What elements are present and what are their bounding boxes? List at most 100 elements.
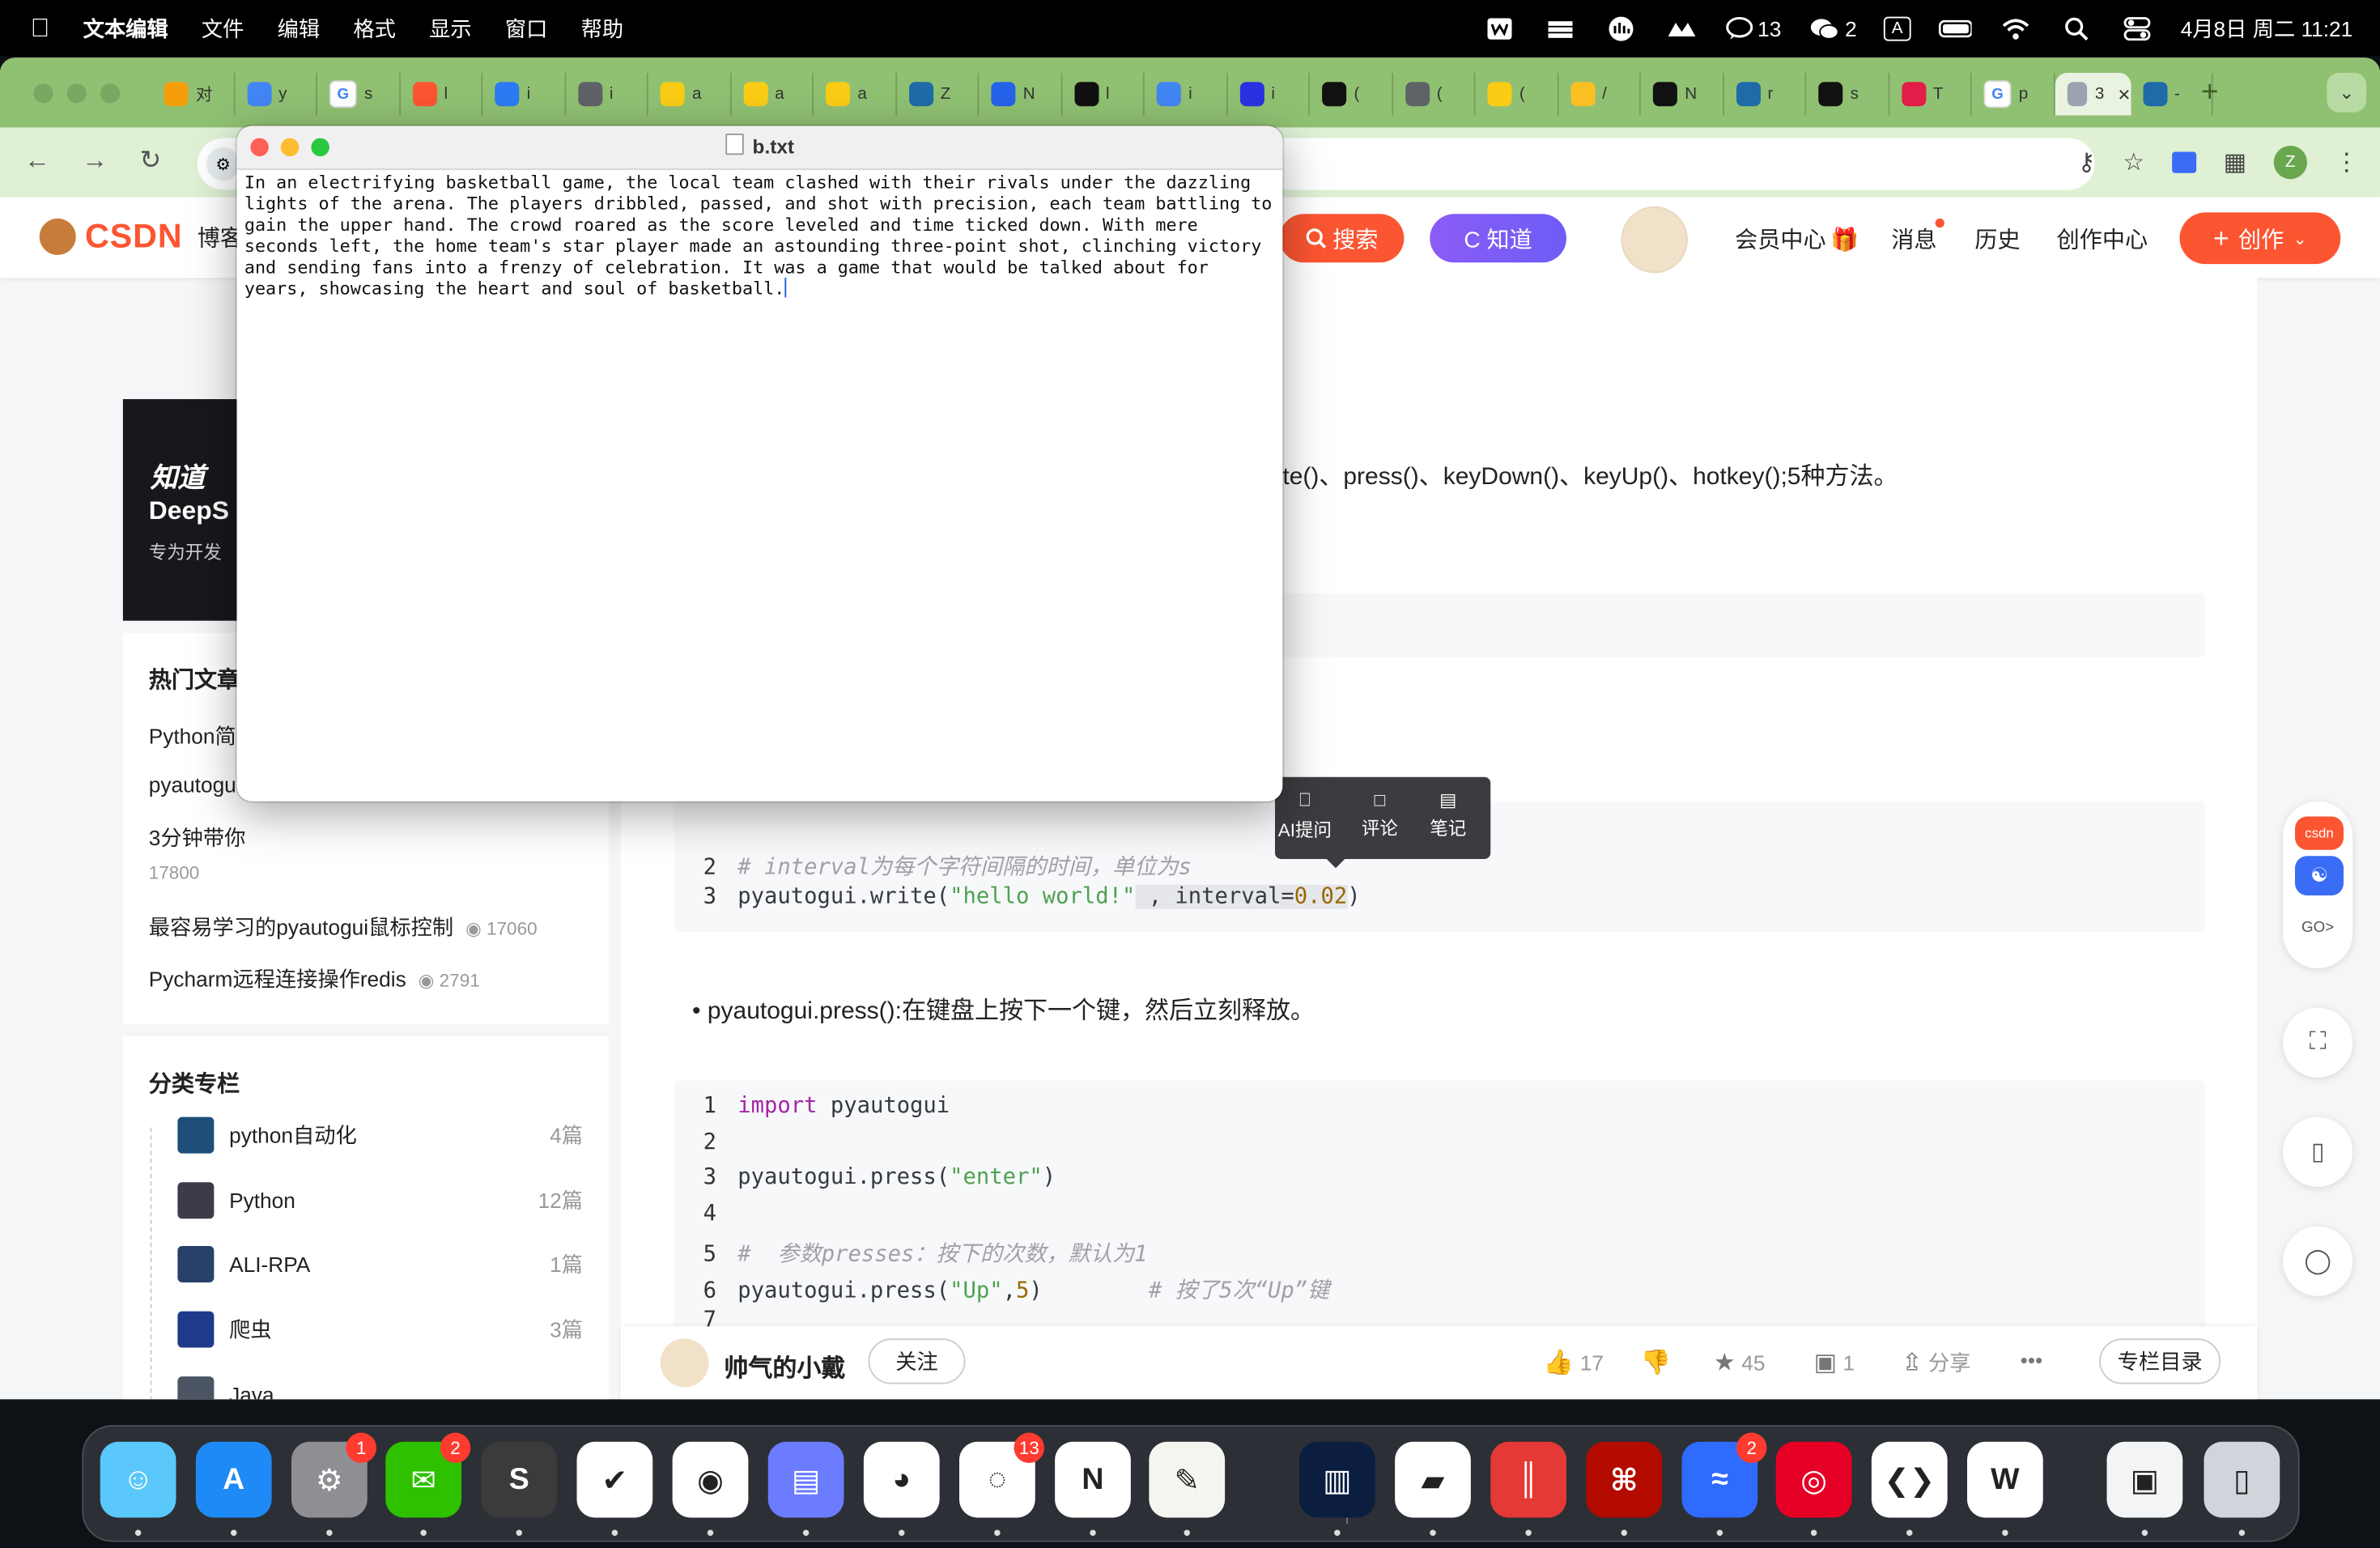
netease-music-icon[interactable]: ◎ [1775, 1441, 1852, 1518]
bank-card-icon[interactable]: ▣ [2106, 1441, 2183, 1518]
textedit-icon[interactable]: ✎ [1149, 1441, 1226, 1518]
zoom-button[interactable] [100, 83, 121, 104]
acrobat-icon[interactable]: ⌘ [1586, 1441, 1663, 1518]
tab[interactable]: 对 [152, 72, 235, 116]
user-avatar[interactable] [1621, 206, 1688, 274]
category-item[interactable]: python自动化 4篇 [177, 1116, 583, 1154]
fullscreen-icon[interactable]: ⛶ [2283, 1007, 2353, 1078]
hot-article-link[interactable]: Python简 [149, 721, 236, 751]
wps-icon[interactable]: W [1967, 1441, 2043, 1518]
tab[interactable]: T [1889, 72, 1972, 116]
column-toc-button[interactable]: 专栏目录 [2099, 1338, 2221, 1384]
popup-comment[interactable]: □ 评论 [1362, 789, 1398, 841]
category-item[interactable]: Java [177, 1376, 583, 1400]
create-button[interactable]: + 创作 ⌄ [2179, 212, 2341, 265]
menu-file[interactable]: 文件 [202, 13, 244, 43]
more-button[interactable]: ••• [2021, 1348, 2043, 1372]
tab[interactable]: l [400, 72, 483, 116]
password-key-icon[interactable]: ⚷ [2078, 147, 2096, 177]
tab[interactable]: r [1723, 72, 1807, 116]
favorite-button[interactable]: ★ 45 [1714, 1348, 1766, 1378]
tab-close-icon[interactable]: × [2118, 82, 2130, 106]
vscode-icon[interactable]: ❮❯ [1871, 1441, 1948, 1518]
tab[interactable]: a [731, 72, 814, 116]
author-avatar[interactable] [660, 1338, 709, 1388]
tab[interactable]: Gs [317, 72, 401, 116]
csdn-float-widget[interactable]: csdn ☯ GO> [2283, 801, 2353, 968]
lark-status-icon[interactable] [1665, 16, 1698, 40]
tab[interactable]: y [235, 72, 317, 116]
site-settings-icon[interactable]: ⚙ [206, 147, 240, 181]
hot-article-link[interactable]: 最容易学习的pyautogui鼠标控制 ◉ 17060 [149, 912, 538, 942]
nav-history[interactable]: 历史 [1974, 223, 2020, 255]
category-item[interactable]: Python 12篇 [177, 1182, 583, 1219]
transmit-icon[interactable]: ▤ [767, 1441, 844, 1518]
mobile-icon[interactable]: ▯ [2283, 1116, 2353, 1187]
category-item[interactable]: 爬虫 3篇 [177, 1311, 583, 1348]
reload-icon[interactable]: ↻ [140, 146, 162, 176]
extensions-puzzle-icon[interactable]: ▦ [2224, 147, 2246, 177]
menu-view[interactable]: 显示 [429, 13, 472, 43]
nav-creator-center[interactable]: 创作中心 [2057, 223, 2148, 255]
apple-icon[interactable]:  [31, 13, 50, 43]
bookmark-star-icon[interactable]: ☆ [2123, 147, 2144, 177]
messages-icon[interactable]: ◌ 13 [959, 1432, 1044, 1518]
notion-icon[interactable]: N [1055, 1441, 1131, 1518]
tab[interactable]: Gp [1972, 72, 2055, 116]
tab[interactable]: l [1062, 72, 1145, 116]
extension-blue-icon[interactable] [2171, 151, 2196, 173]
menu-format[interactable]: 格式 [353, 13, 396, 43]
wechat-status[interactable]: 2 [1808, 16, 1857, 40]
text-editor-area[interactable]: In an electrifying basketball game, the … [244, 172, 1277, 299]
textedit-titlebar[interactable]: b.txt [236, 125, 1283, 170]
popup-note[interactable]: ▤ 笔记 [1430, 789, 1466, 841]
hot-article-link[interactable]: Pycharm远程连接操作redis ◉ 2791 [149, 963, 480, 993]
tab[interactable]: / [1558, 72, 1641, 116]
battery-icon[interactable] [1938, 16, 1971, 40]
finder-icon[interactable]: ☺ [100, 1441, 176, 1518]
tab[interactable]: Z [896, 72, 980, 116]
wechat-icon[interactable]: ✉ 2 [385, 1432, 471, 1518]
search-icon[interactable] [2059, 16, 2093, 40]
tab[interactable]: i [482, 72, 566, 116]
tab[interactable]: ( [1392, 72, 1476, 116]
menu-app-name[interactable]: 文本编辑 [83, 13, 168, 43]
back-arrow-icon[interactable]: ← [24, 146, 50, 176]
notification-status[interactable]: 13 [1726, 16, 1781, 40]
baidu-audio-status-icon[interactable] [1604, 15, 1638, 40]
tab[interactable]: a [814, 72, 897, 116]
menu-edit[interactable]: 编辑 [278, 13, 321, 43]
tab[interactable]: i [1227, 72, 1311, 116]
tab[interactable]: i [565, 72, 648, 116]
profile-avatar[interactable]: Z [2273, 145, 2307, 180]
menu-help[interactable]: 帮助 [581, 13, 624, 43]
dislike-button[interactable]: 👎 [1641, 1348, 1671, 1378]
lark-icon[interactable]: ≈2 [1681, 1432, 1767, 1518]
control-center-icon[interactable] [2120, 16, 2153, 40]
menu-window[interactable]: 窗口 [505, 13, 548, 43]
tab-active[interactable]: 3 × [2054, 72, 2131, 116]
search-button[interactable]: 搜索 [1279, 214, 1405, 263]
hot-article-link[interactable]: 3分钟带你 [149, 823, 246, 853]
minimize-button[interactable] [66, 83, 87, 104]
tab[interactable]: a [648, 72, 731, 116]
tab[interactable]: N [979, 72, 1062, 116]
author-name[interactable]: 帅气的小戴 [724, 1348, 845, 1384]
system-settings-icon[interactable]: ⚙ 1 [291, 1432, 376, 1518]
share-button[interactable]: ⇫ 分享 [1902, 1348, 1970, 1378]
nav-vip-center[interactable]: 会员中心 🎁 [1735, 223, 1859, 255]
tab[interactable]: N [1641, 72, 1724, 116]
baidu-audio-icon[interactable]: ║ [1490, 1441, 1566, 1518]
comment-button[interactable]: ▣ 1 [1814, 1348, 1855, 1378]
tab[interactable]: i [1145, 72, 1227, 116]
category-item[interactable]: ALI-RPA 1篇 [177, 1245, 583, 1282]
todo-icon[interactable]: ✔ [576, 1441, 653, 1518]
trash-icon[interactable]: ▯ [2204, 1441, 2280, 1518]
more-menu-icon[interactable]: ⋮ [2335, 147, 2359, 177]
close-button[interactable] [33, 83, 53, 104]
input-method-icon[interactable]: A [1884, 15, 1910, 40]
hot-article-link[interactable]: pyautogu [149, 772, 236, 797]
clock[interactable]: 4月8日 周二 11:21 [2181, 13, 2353, 43]
chat-icon[interactable]: ◯ [2283, 1226, 2353, 1296]
csdn-logo[interactable]: CSDN [39, 217, 183, 257]
